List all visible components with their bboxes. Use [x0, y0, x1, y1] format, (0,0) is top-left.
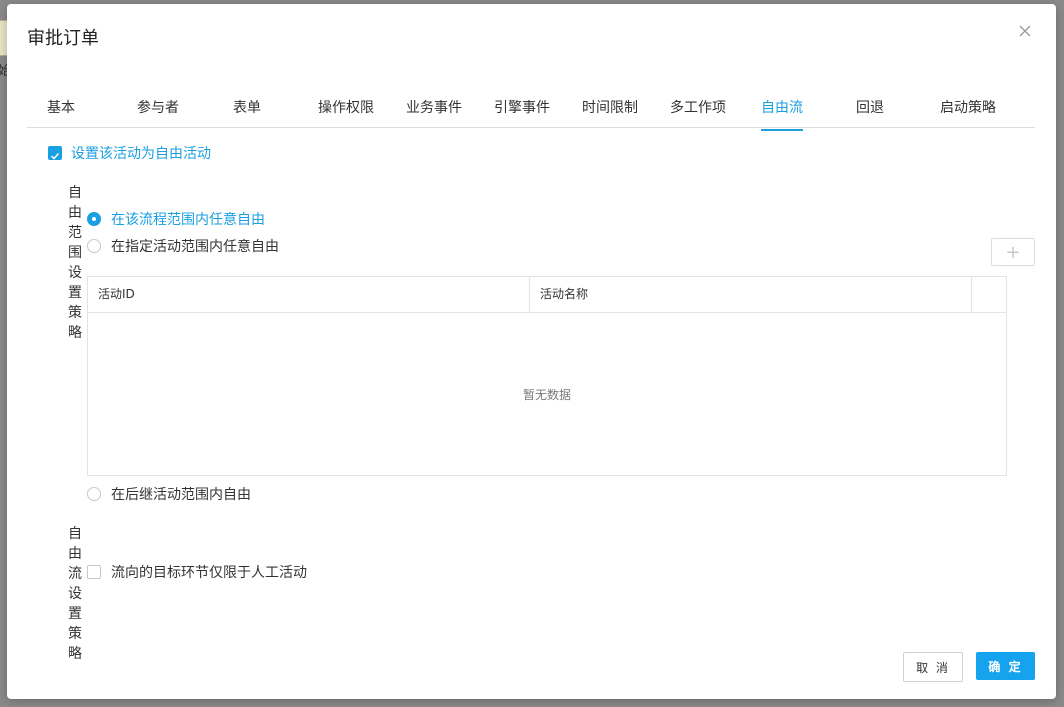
column-actions: [972, 277, 1006, 312]
tab-operation-permission[interactable]: 操作权限: [318, 97, 374, 117]
close-icon[interactable]: [1016, 22, 1034, 40]
tab-engine-events[interactable]: 引擎事件: [494, 97, 550, 117]
tab-form[interactable]: 表单: [233, 97, 261, 117]
cancel-button[interactable]: 取 消: [903, 652, 963, 682]
empty-state-text: 暂无数据: [522, 387, 571, 402]
free-activity-label[interactable]: 设置该活动为自由活动: [71, 143, 211, 163]
activity-table: 活动ID 活动名称 暂无数据: [87, 276, 1007, 476]
radio-successor-scope-label[interactable]: 在后继活动范围内自由: [111, 484, 251, 504]
tab-business-events[interactable]: 业务事件: [406, 97, 462, 117]
column-activity-name: 活动名称: [530, 277, 972, 312]
check-icon: [50, 152, 60, 160]
tab-free-flow[interactable]: 自由流: [761, 97, 803, 131]
manual-only-checkbox[interactable]: [87, 565, 101, 579]
column-activity-id: 活动ID: [88, 277, 530, 312]
approve-order-dialog: 审批订单 基本 参与者 表单 操作权限 业务事件 引擎事件 时间限制 多工作项 …: [7, 4, 1056, 699]
radio-process-scope[interactable]: [87, 212, 101, 226]
radio-specified-scope[interactable]: [87, 239, 101, 253]
dialog-title: 审批订单: [27, 28, 99, 49]
ok-button[interactable]: 确 定: [976, 652, 1035, 680]
tab-bar: 基本 参与者 表单 操作权限 业务事件 引擎事件 时间限制 多工作项 自由流 回…: [27, 89, 1035, 131]
tab-rollback[interactable]: 回退: [856, 97, 884, 117]
radio-specified-scope-label[interactable]: 在指定活动范围内任意自由: [111, 236, 279, 256]
scope-policy-title: 自由范围设置策略: [68, 185, 82, 341]
tab-start-strategy[interactable]: 启动策略: [940, 97, 996, 117]
flow-policy-title: 自由流设置策略: [68, 526, 82, 662]
tab-participants[interactable]: 参与者: [137, 97, 179, 117]
tab-multi-workitem[interactable]: 多工作项: [670, 97, 726, 117]
table-header: 活动ID 活动名称: [88, 277, 1006, 313]
radio-successor-scope[interactable]: [87, 487, 101, 501]
tab-time-limit[interactable]: 时间限制: [582, 97, 638, 117]
tab-basic[interactable]: 基本: [47, 97, 75, 117]
add-activity-button[interactable]: +: [991, 238, 1035, 266]
radio-process-scope-label[interactable]: 在该流程范围内任意自由: [111, 209, 265, 229]
manual-only-label[interactable]: 流向的目标环节仅限于人工活动: [111, 562, 307, 582]
free-activity-checkbox[interactable]: [48, 146, 62, 160]
